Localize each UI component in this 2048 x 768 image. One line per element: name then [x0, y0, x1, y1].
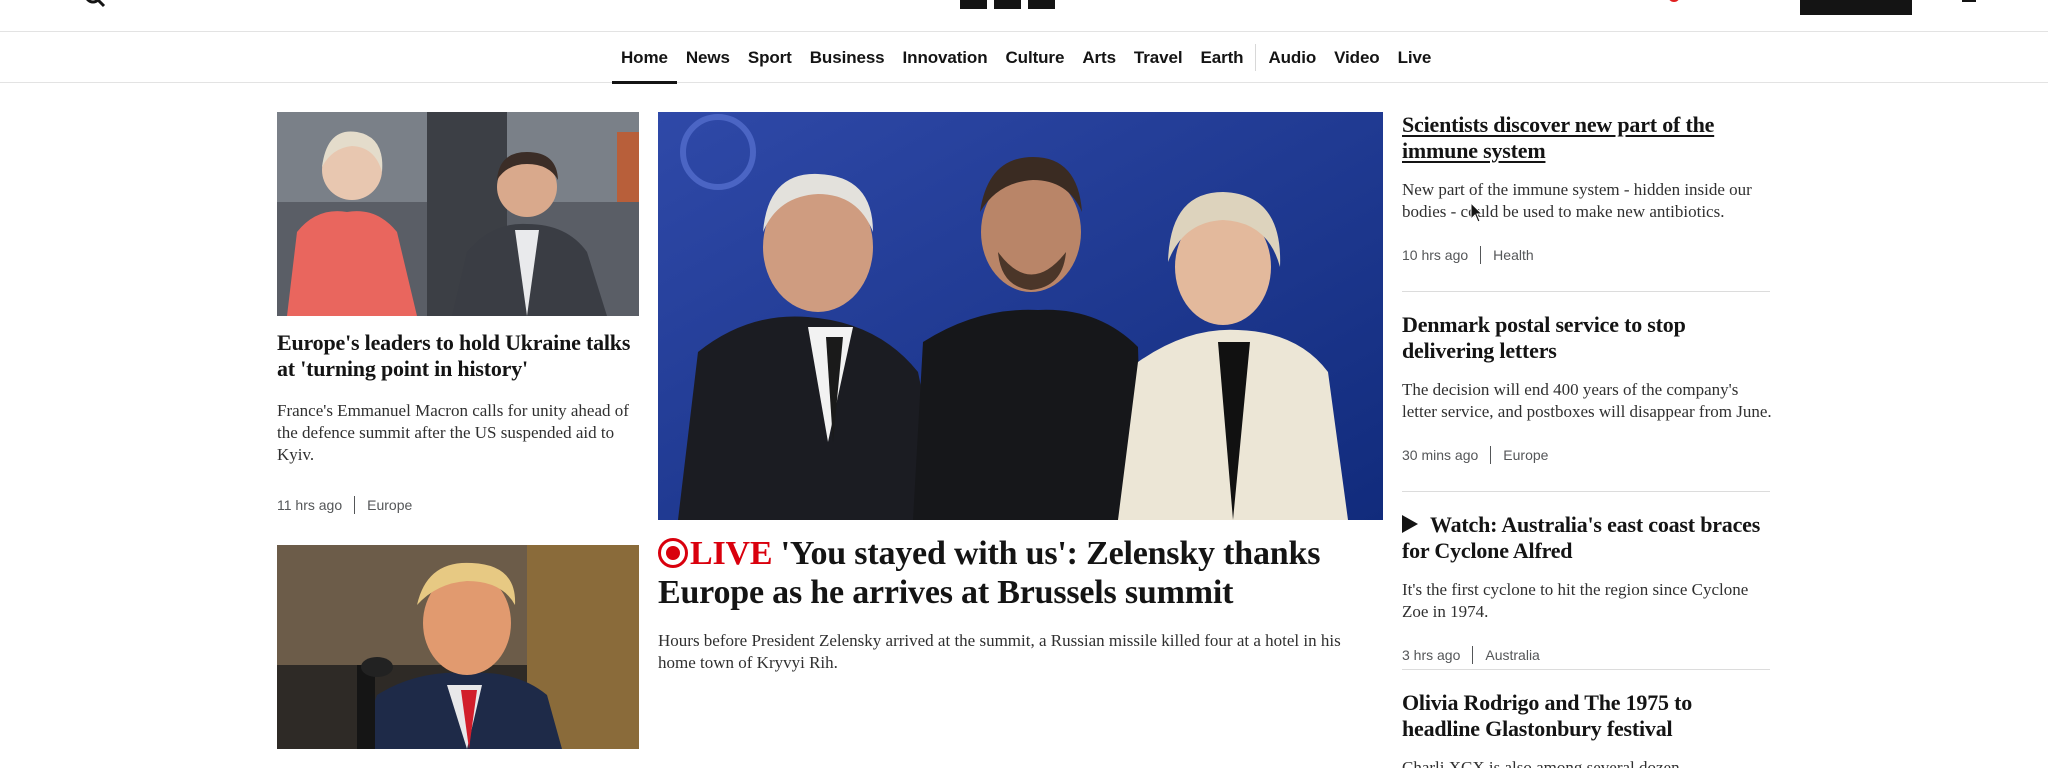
glastonbury-headline[interactable]: Olivia Rodrigo and The 1975 to headline … — [1402, 690, 1772, 742]
meta-divider — [1480, 246, 1482, 264]
timestamp: 30 mins ago — [1402, 447, 1479, 463]
immune-system-meta: 10 hrs ago Health — [1402, 246, 1772, 264]
meta-divider — [1472, 646, 1474, 664]
nav-item-news[interactable]: News — [677, 32, 739, 83]
register-button[interactable] — [1800, 0, 1912, 15]
glastonbury-summary: Charli XCX is also among several dozen — [1402, 758, 1680, 768]
story-divider — [1402, 291, 1770, 292]
nav-item-home[interactable]: Home — [612, 32, 677, 84]
meta-divider — [354, 496, 356, 514]
timestamp: 10 hrs ago — [1402, 247, 1469, 263]
category-link[interactable]: Europe — [1503, 447, 1548, 463]
nav-divider — [1255, 44, 1257, 71]
nav-item-culture[interactable]: Culture — [997, 32, 1074, 83]
immune-system-summary: New part of the immune system - hidden i… — [1402, 180, 1752, 221]
trump-image[interactable] — [277, 545, 639, 749]
hamburger-menu-icon[interactable] — [26, 0, 52, 4]
nav-item-live[interactable]: Live — [1389, 32, 1441, 83]
search-icon[interactable] — [84, 0, 106, 8]
category-link[interactable]: Europe — [367, 497, 412, 513]
story-divider — [1402, 491, 1770, 492]
bbc-logo[interactable] — [960, 0, 1055, 9]
zelensky-live-headline[interactable]: LIVE 'You stayed with us': Zelensky than… — [658, 534, 1378, 612]
nav-item-travel[interactable]: Travel — [1125, 32, 1192, 83]
timestamp: 3 hrs ago — [1402, 647, 1461, 663]
sign-in-icon[interactable] — [1962, 0, 1976, 2]
cyclone-alfred-summary: It's the first cyclone to hit the region… — [1402, 580, 1749, 621]
europe-leaders-card: Europe's leaders to hold Ukraine talks a… — [277, 330, 639, 514]
masthead — [0, 0, 2048, 32]
europe-leaders-headline[interactable]: Europe's leaders to hold Ukraine talks a… — [277, 330, 639, 382]
nav-item-video[interactable]: Video — [1325, 32, 1388, 83]
main-navigation: Home News Sport Business Innovation Cult… — [0, 32, 2048, 84]
play-icon — [1402, 515, 1418, 533]
notification-icon[interactable] — [1668, 0, 1680, 2]
nav-item-business[interactable]: Business — [801, 32, 894, 83]
mouse-cursor-icon — [1470, 202, 1484, 223]
cyclone-alfred-meta: 3 hrs ago Australia — [1402, 646, 1772, 664]
zelensky-summary: Hours before President Zelensky arrived … — [658, 631, 1341, 672]
meta-divider — [1490, 446, 1492, 464]
nav-item-earth[interactable]: Earth — [1191, 32, 1252, 83]
denmark-post-meta: 30 mins ago Europe — [1402, 446, 1772, 464]
nav-item-sport[interactable]: Sport — [739, 32, 801, 83]
story-divider — [1402, 669, 1770, 670]
immune-system-headline[interactable]: Scientists discover new part of the immu… — [1402, 112, 1772, 164]
denmark-post-card: Denmark postal service to stop deliverin… — [1402, 312, 1772, 464]
cyclone-alfred-headline[interactable]: Watch: Australia's east coast braces for… — [1402, 512, 1772, 564]
nav-item-audio[interactable]: Audio — [1259, 32, 1325, 83]
timestamp: 11 hrs ago — [277, 497, 343, 513]
live-icon — [658, 538, 688, 568]
denmark-post-headline[interactable]: Denmark postal service to stop deliverin… — [1402, 312, 1772, 364]
denmark-post-summary: The decision will end 400 years of the c… — [1402, 380, 1772, 421]
nav-item-innovation[interactable]: Innovation — [894, 32, 997, 83]
immune-system-card: Scientists discover new part of the immu… — [1402, 112, 1772, 264]
europe-leaders-meta: 11 hrs ago Europe — [277, 496, 639, 514]
europe-leaders-summary: France's Emmanuel Macron calls for unity… — [277, 401, 629, 464]
category-link[interactable]: Australia — [1485, 647, 1539, 663]
cyclone-alfred-card: Watch: Australia's east coast braces for… — [1402, 512, 1772, 664]
glastonbury-card: Olivia Rodrigo and The 1975 to headline … — [1402, 690, 1772, 768]
europe-leaders-image[interactable] — [277, 112, 639, 316]
zelensky-summit-image[interactable] — [658, 112, 1383, 520]
category-link[interactable]: Health — [1493, 247, 1533, 263]
live-badge: LIVE — [658, 535, 773, 572]
nav-item-arts[interactable]: Arts — [1073, 32, 1125, 83]
